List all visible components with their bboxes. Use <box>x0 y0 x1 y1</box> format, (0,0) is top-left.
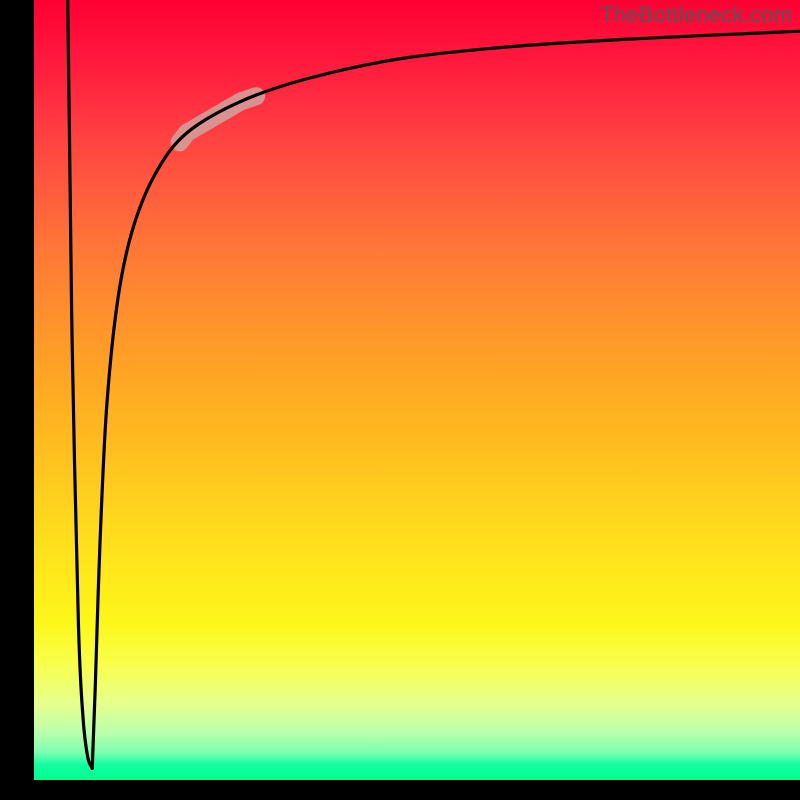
x-axis <box>0 780 800 800</box>
chart-container: TheBottleneck.com <box>0 0 800 800</box>
plot-gradient-background <box>34 0 800 780</box>
watermark-text: TheBottleneck.com <box>600 2 792 28</box>
y-axis <box>0 0 34 780</box>
